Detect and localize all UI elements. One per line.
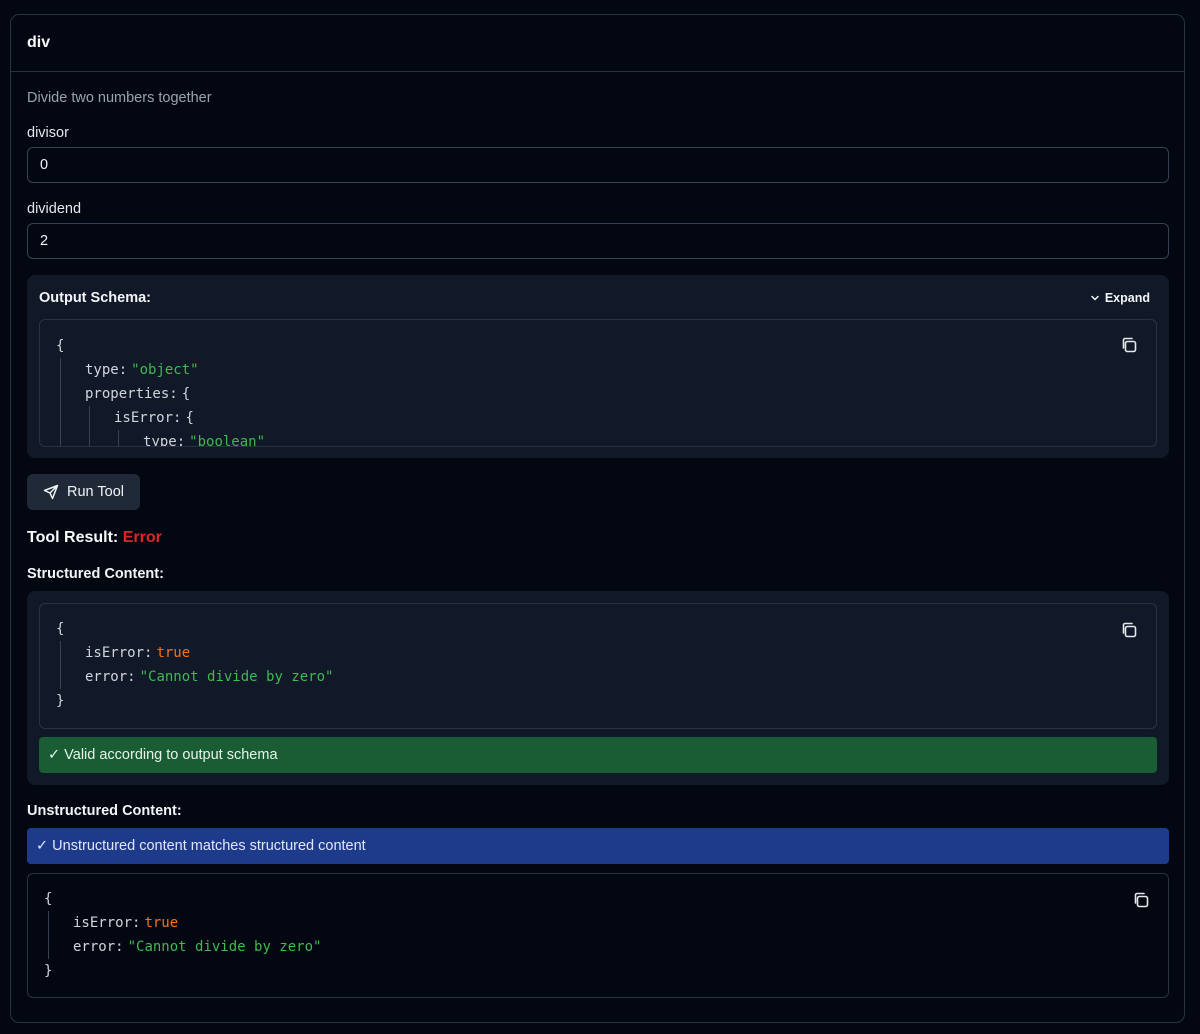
output-schema-section: Output Schema: Expand {type: "object" prop… <box>27 275 1169 458</box>
output-schema-title: Output Schema: <box>39 290 151 306</box>
code-line: type: "object" <box>56 358 1140 382</box>
code-colon: : <box>173 410 182 426</box>
copy-icon[interactable] <box>1120 336 1138 354</box>
output-schema-header: Output Schema: Expand <box>39 287 1157 309</box>
panel-content: Divide two numbers together divisor divi… <box>11 90 1184 998</box>
code-punct: } <box>44 963 53 979</box>
unstructured-content-code: {isError: true error: "Cannot divide by zer… <box>27 873 1169 998</box>
indent-guide <box>60 641 85 665</box>
code-line: } <box>44 959 1152 983</box>
run-tool-label: Run Tool <box>67 484 124 500</box>
code-value: { <box>185 410 194 426</box>
indent-guide <box>118 430 143 446</box>
chevron-down-icon <box>1091 295 1099 301</box>
code-key: error <box>73 939 116 955</box>
unstructured-content-label: Unstructured Content: <box>27 803 182 819</box>
divisor-label: divisor <box>27 125 69 141</box>
copy-icon[interactable] <box>1120 621 1138 639</box>
indent-guide <box>60 358 85 382</box>
code-value: "Cannot divide by zero" <box>127 939 322 955</box>
dividend-input[interactable] <box>27 223 1169 259</box>
code-line: properties:{ <box>56 382 1140 406</box>
expand-button[interactable]: Expand <box>1090 291 1150 305</box>
code-value: "object" <box>131 362 199 378</box>
code-value: "boolean" <box>189 434 266 447</box>
structured-content-label: Structured Content: <box>27 566 164 582</box>
code-line: isError:{ <box>56 406 1140 430</box>
code-colon: : <box>176 434 186 447</box>
tool-result-heading: Tool Result: Error <box>27 529 1168 547</box>
copy-icon[interactable] <box>1132 891 1150 909</box>
code-lines: {type: "object" properties:{isError:{type:… <box>56 334 1140 447</box>
code-lines: {isError: true error: "Cannot divide by zer… <box>44 887 1152 983</box>
code-line: error: "Cannot divide by zero" <box>56 665 1140 689</box>
code-line: isError: true <box>56 641 1140 665</box>
tool-title: div <box>27 34 51 51</box>
code-value: "Cannot divide by zero" <box>139 669 334 685</box>
code-colon: : <box>132 915 141 931</box>
code-key: isError <box>85 645 145 661</box>
code-key: isError <box>73 915 133 931</box>
indent-guide <box>60 665 85 689</box>
code-colon: : <box>169 386 178 402</box>
indent-guide <box>48 911 73 935</box>
dividend-label: dividend <box>27 201 82 217</box>
tool-description: Divide two numbers together <box>27 90 212 106</box>
code-line: isError: true <box>44 911 1152 935</box>
run-tool-button[interactable]: Run Tool <box>27 474 140 510</box>
code-line: { <box>56 334 1140 358</box>
schema-valid-banner: ✓ Valid according to output schema <box>39 737 1157 773</box>
indent-guide <box>60 382 85 406</box>
indent-guide <box>89 406 114 430</box>
code-lines: {isError: true error: "Cannot divide by zer… <box>56 617 1140 713</box>
panel-header: div <box>11 15 1184 72</box>
send-icon <box>43 484 59 500</box>
code-line: { <box>56 617 1140 641</box>
code-line: { <box>44 887 1152 911</box>
code-colon: : <box>144 645 153 661</box>
tool-panel: div Divide two numbers together divisor … <box>10 14 1185 1023</box>
code-punct: { <box>44 891 53 907</box>
code-value: true <box>156 645 191 661</box>
code-punct: } <box>56 693 65 709</box>
code-key: isError <box>114 410 174 426</box>
divisor-input[interactable] <box>27 147 1169 183</box>
tool-result-status: Error <box>122 529 162 546</box>
indent-guide <box>89 430 114 446</box>
structured-content-code: {isError: true error: "Cannot divide by zer… <box>39 603 1157 729</box>
code-line: error: "Cannot divide by zero" <box>44 935 1152 959</box>
code-colon: : <box>118 362 128 378</box>
code-value: true <box>144 915 179 931</box>
code-colon: : <box>115 939 124 955</box>
content-match-banner: ✓ Unstructured content matches structure… <box>27 828 1169 864</box>
indent-guide <box>60 430 85 446</box>
code-colon: : <box>127 669 136 685</box>
expand-label: Expand <box>1104 291 1150 305</box>
code-key: type <box>143 434 177 447</box>
indent-guide <box>60 406 85 430</box>
code-key: error <box>85 669 128 685</box>
indent-guide <box>48 935 73 959</box>
tool-result-label: Tool Result: <box>27 529 119 546</box>
code-punct: { <box>56 621 65 637</box>
code-punct: { <box>56 338 65 354</box>
code-line: } <box>56 689 1140 713</box>
code-key: properties <box>85 386 170 402</box>
code-line: type: "boolean" <box>56 430 1140 447</box>
structured-content-section: {isError: true error: "Cannot divide by zer… <box>27 591 1169 785</box>
output-schema-code: {type: "object" properties:{isError:{type:… <box>39 319 1157 447</box>
code-value: { <box>181 386 191 402</box>
code-key: type <box>85 362 119 378</box>
